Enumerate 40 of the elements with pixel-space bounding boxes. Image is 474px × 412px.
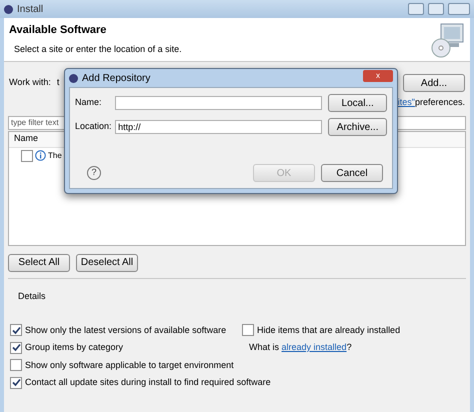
option-label: Contact all update sites during install to find required software xyxy=(25,376,271,389)
checkbox[interactable] xyxy=(10,342,22,354)
info-icon xyxy=(35,150,46,161)
row-text: The xyxy=(48,150,62,162)
what-is-text: What is xyxy=(249,341,280,354)
details-label: Details xyxy=(18,290,46,300)
field-label: Name: xyxy=(75,96,103,110)
work-with-value: t xyxy=(56,76,60,90)
text-field[interactable]: http:// xyxy=(115,120,322,134)
option-label: Group items by category xyxy=(25,341,124,354)
add-button[interactable]: Add... xyxy=(403,74,465,92)
header-title: Available Software xyxy=(9,23,108,38)
option-label: Show only the latest versions of available software xyxy=(25,324,226,337)
checkmark-icon xyxy=(12,378,20,388)
checkbox[interactable] xyxy=(10,359,22,372)
dialog-title: Add Repository xyxy=(82,72,150,86)
window-title: Install xyxy=(17,2,44,16)
select-all-button[interactable]: Select All xyxy=(8,254,70,272)
field-label: Location: xyxy=(75,120,113,134)
checkbox[interactable] xyxy=(10,376,22,389)
header-subtitle: Select a site or enter the location of a site. xyxy=(14,42,183,56)
checkbox[interactable] xyxy=(21,150,33,162)
deselect-all-button[interactable]: Deselect All xyxy=(76,254,138,272)
cancel-button[interactable]: Cancel xyxy=(321,164,383,182)
help-icon[interactable]: ? xyxy=(87,166,101,180)
sites-link[interactable]: ites" xyxy=(398,96,415,110)
work-with-label: Work with: xyxy=(9,76,51,90)
archive-button[interactable]: Archive... xyxy=(328,118,387,136)
checkbox[interactable] xyxy=(242,324,254,336)
column-header[interactable]: Name xyxy=(9,132,44,146)
local-button[interactable]: Local... xyxy=(328,94,387,112)
close-button[interactable]: x xyxy=(363,70,393,82)
option-label: Hide items that are already installed xyxy=(257,324,400,337)
preferences-text: preferences. xyxy=(414,96,465,109)
option-label: Show only software applicable to target environment xyxy=(25,358,234,372)
checkbox[interactable] xyxy=(10,324,22,336)
already-installed-link[interactable]: already installed xyxy=(282,341,347,354)
monitor-disc-icon xyxy=(431,22,465,58)
question-mark-text: ? xyxy=(346,341,352,354)
text-field[interactable] xyxy=(115,96,322,110)
